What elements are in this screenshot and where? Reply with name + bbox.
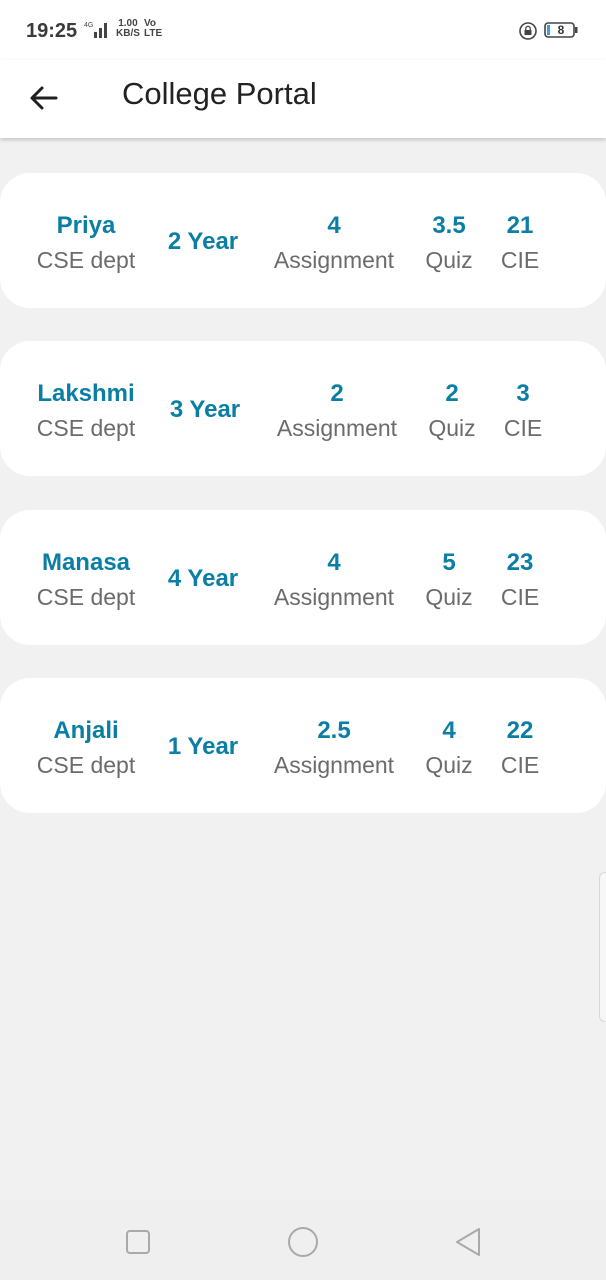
app-bar: College Portal: [0, 60, 606, 138]
student-year-block: 1 Year: [150, 732, 256, 762]
student-name: Priya: [56, 212, 116, 239]
student-year-block: 2 Year: [150, 227, 256, 257]
assignment-label: Assignment: [273, 247, 395, 273]
back-button[interactable]: [20, 74, 68, 122]
volte-bottom: LTE: [144, 28, 163, 39]
quiz-label: Quiz: [425, 584, 473, 610]
quiz-label: Quiz: [425, 752, 473, 778]
assignment-block: 4 Assignment: [264, 548, 404, 612]
signal-icon: 4G: [84, 22, 107, 38]
recents-button[interactable]: [120, 1224, 156, 1260]
assignment-block: 2.5 Assignment: [264, 716, 404, 780]
student-year-block: 3 Year: [152, 395, 258, 425]
circle-home-icon: [288, 1227, 318, 1257]
student-card[interactable]: Anjali CSE dept 1 Year 2.5 Assignment 4 …: [0, 678, 606, 813]
cie-label: CIE: [503, 415, 543, 441]
student-year: 2 Year: [167, 228, 239, 255]
cie-block: 22 CIE: [494, 716, 546, 780]
cie-score: 21: [506, 212, 534, 239]
triangle-back-icon: [456, 1228, 480, 1256]
cie-label: CIE: [500, 247, 540, 273]
student-name: Anjali: [53, 717, 119, 744]
quiz-score: 5: [442, 549, 456, 576]
quiz-block: 3.5 Quiz: [414, 211, 484, 275]
quiz-label: Quiz: [425, 247, 473, 273]
cie-score: 22: [506, 717, 534, 744]
student-card[interactable]: Lakshmi CSE dept 3 Year 2 Assignment 2 Q…: [0, 341, 606, 476]
svg-text:4G: 4G: [84, 22, 93, 29]
student-year: 4 Year: [167, 565, 239, 592]
quiz-score: 3.5: [432, 212, 466, 239]
lock-icon: [519, 22, 537, 40]
student-year: 1 Year: [167, 733, 239, 760]
square-recents-icon: [126, 1230, 150, 1254]
status-bar: 19:25 4G 1.00 KB/S Vo LTE 8: [0, 0, 606, 60]
volte-indicator: Vo LTE: [144, 19, 162, 39]
side-scroll-handle[interactable]: [599, 872, 606, 1022]
student-dept: CSE dept: [36, 584, 136, 610]
assignment-label: Assignment: [273, 752, 395, 778]
cie-label: CIE: [500, 584, 540, 610]
cie-block: 3 CIE: [497, 379, 549, 443]
battery-level: 8: [557, 23, 565, 37]
page-title: College Portal: [122, 76, 317, 111]
student-dept: CSE dept: [36, 247, 136, 273]
status-time: 19:25: [26, 20, 78, 42]
student-year: 3 Year: [169, 396, 241, 423]
cie-block: 23 CIE: [494, 548, 546, 612]
assignment-score: 4: [327, 212, 341, 239]
student-name-block: Manasa CSE dept: [26, 548, 146, 612]
cie-score: 23: [506, 549, 534, 576]
student-name: Lakshmi: [37, 380, 135, 407]
system-nav-bar: [0, 1200, 606, 1280]
assignment-label: Assignment: [273, 584, 395, 610]
student-year-block: 4 Year: [150, 564, 256, 594]
cie-score: 3: [516, 380, 530, 407]
home-button[interactable]: [285, 1224, 321, 1260]
assignment-score: 2: [330, 380, 344, 407]
student-name-block: Priya CSE dept: [26, 211, 146, 275]
student-card[interactable]: Manasa CSE dept 4 Year 4 Assignment 5 Qu…: [0, 510, 606, 645]
assignment-score: 2.5: [317, 717, 351, 744]
cie-label: CIE: [500, 752, 540, 778]
quiz-score: 2: [445, 380, 459, 407]
quiz-block: 5 Quiz: [414, 548, 484, 612]
cie-block: 21 CIE: [494, 211, 546, 275]
assignment-label: Assignment: [276, 415, 398, 441]
quiz-label: Quiz: [428, 415, 476, 441]
network-speed: 1.00 KB/S: [116, 19, 140, 39]
student-name-block: Lakshmi CSE dept: [26, 379, 146, 443]
student-card[interactable]: Priya CSE dept 2 Year 4 Assignment 3.5 Q…: [0, 173, 606, 308]
student-name: Manasa: [41, 549, 131, 576]
student-dept: CSE dept: [36, 752, 136, 778]
assignment-block: 4 Assignment: [264, 211, 404, 275]
quiz-score: 4: [442, 717, 456, 744]
network-speed-unit: KB/S: [116, 28, 140, 39]
quiz-block: 4 Quiz: [414, 716, 484, 780]
assignment-score: 4: [327, 549, 341, 576]
assignment-block: 2 Assignment: [267, 379, 407, 443]
student-dept: CSE dept: [36, 415, 136, 441]
quiz-block: 2 Quiz: [417, 379, 487, 443]
system-back-button[interactable]: [450, 1224, 486, 1260]
arrow-left-icon: [30, 86, 58, 110]
student-name-block: Anjali CSE dept: [26, 716, 146, 780]
